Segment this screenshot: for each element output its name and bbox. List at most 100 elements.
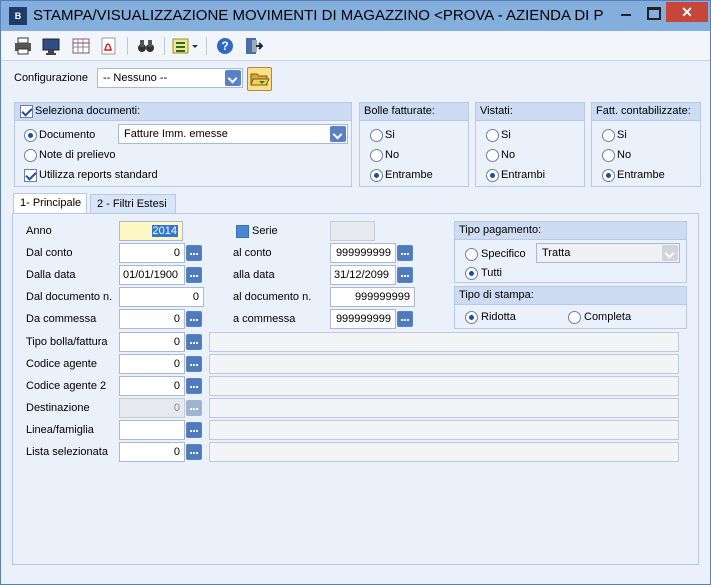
documento-select[interactable]: Fatture Imm. emesse (118, 124, 348, 144)
seleziona-documenti-checkbox[interactable] (20, 105, 33, 118)
open-folder-button[interactable] (247, 67, 272, 91)
a-commessa-input[interactable]: 999999999 (330, 309, 396, 329)
linea-lookup-button[interactable] (186, 422, 202, 438)
chevron-down-icon (225, 70, 241, 86)
tipo-bolla-input[interactable]: 0 (119, 332, 185, 352)
bolle-si-radio[interactable] (370, 129, 383, 142)
bolle-no-radio[interactable] (370, 149, 383, 162)
vistati-si-radio[interactable] (486, 129, 499, 142)
tutti-label: Tutti (481, 267, 502, 279)
completa-radio[interactable] (568, 311, 581, 324)
alla-data-calendar-button[interactable] (397, 267, 413, 283)
reports-standard-checkbox[interactable] (24, 169, 37, 182)
tutti-radio[interactable] (465, 267, 478, 280)
minimize-button[interactable] (613, 2, 639, 22)
fatt-entrambe-radio[interactable] (602, 169, 615, 182)
pdf-icon[interactable] (99, 36, 119, 56)
toolbar-separator (127, 37, 128, 55)
al-conto-input[interactable]: 999999999 (330, 243, 396, 263)
agente-label: Codice agente (26, 358, 97, 370)
chevron-down-icon (330, 126, 346, 142)
alla-data-input[interactable]: 31/12/2099 (330, 265, 396, 285)
bolle-entrambe-radio[interactable] (370, 169, 383, 182)
toolbar-separator (206, 37, 207, 55)
specifico-radio[interactable] (465, 248, 478, 261)
window: B STAMPA/VISUALIZZAZIONE MOVIMENTI DI MA… (0, 0, 711, 585)
tab-principale[interactable]: 1- Principale (13, 193, 87, 214)
lista-input[interactable]: 0 (119, 442, 185, 462)
destinazione-lookup-button (186, 400, 202, 416)
tipo-bolla-label: Tipo bolla/fattura (26, 336, 108, 348)
agente-input[interactable]: 0 (119, 354, 185, 374)
monitor-icon[interactable] (41, 36, 61, 56)
stampa-group-header: Tipo di stampa: (455, 287, 686, 305)
vistati-title: Vistati: (480, 105, 513, 117)
pagamento-select: Tratta (536, 243, 680, 263)
vistati-no-radio[interactable] (486, 149, 499, 162)
destinazione-label: Destinazione (26, 402, 90, 414)
list-options-icon[interactable] (171, 36, 199, 56)
stampa-title: Tipo di stampa: (459, 289, 534, 301)
da-commessa-input[interactable]: 0 (119, 309, 185, 329)
ridotta-label: Ridotta (481, 311, 516, 323)
maximize-button[interactable] (639, 2, 665, 22)
tab-filtri-estesi[interactable]: 2 - Filtri Estesi (90, 194, 176, 214)
vistati-no-label: No (501, 149, 516, 161)
serie-checkbox[interactable] (236, 225, 249, 238)
exit-icon[interactable] (243, 36, 264, 56)
stampa-group: Tipo di stampa: Ridotta Completa (454, 286, 687, 329)
lista-lookup-button[interactable] (186, 444, 202, 460)
window-title: STAMPA/VISUALIZZAZIONE MOVIMENTI DI MAGA… (33, 7, 603, 24)
bolle-no-label: No (385, 149, 400, 161)
da-commessa-lookup-button[interactable] (186, 311, 202, 327)
app-icon: B (9, 7, 27, 25)
chevron-down-icon (662, 245, 678, 261)
dal-conto-input[interactable]: 0 (119, 243, 185, 263)
documents-group-title: Seleziona documenti: (35, 105, 141, 117)
note-prelievo-radio[interactable] (24, 149, 37, 162)
grid-icon[interactable] (71, 36, 91, 56)
al-documento-input[interactable]: 999999999 (330, 287, 415, 307)
dal-conto-lookup-button[interactable] (186, 245, 202, 261)
fatt-si-label: Si (617, 129, 627, 141)
dal-documento-input[interactable]: 0 (119, 287, 204, 307)
dalla-data-calendar-button[interactable] (186, 267, 202, 283)
pagamento-title: Tipo pagamento: (459, 224, 542, 236)
agente2-input[interactable]: 0 (119, 376, 185, 396)
fatt-group: Fatt. contabilizzate: Si No Entrambe (591, 102, 701, 187)
agente-description (209, 354, 679, 374)
note-prelievo-label: Note di prelievo (39, 149, 116, 161)
help-icon[interactable]: ? (215, 36, 235, 56)
dalla-data-input[interactable]: 01/01/1900 (119, 265, 185, 285)
anno-input[interactable]: 2014 (119, 221, 183, 241)
vistati-group-header: Vistati: (476, 103, 584, 121)
fatt-no-label: No (617, 149, 632, 161)
config-select[interactable]: -- Nessuno -- (97, 68, 243, 88)
close-button[interactable]: ✕ (666, 2, 708, 22)
serie-label: Serie (252, 225, 278, 237)
svg-text:?: ? (221, 39, 228, 53)
print-icon[interactable] (13, 36, 33, 56)
agente-lookup-button[interactable] (186, 356, 202, 372)
vistati-si-label: Si (501, 129, 511, 141)
bolle-group-header: Bolle fatturate: (360, 103, 468, 121)
binoculars-icon[interactable] (136, 36, 156, 56)
bolle-si-label: Si (385, 129, 395, 141)
toolbar: ? (1, 31, 710, 61)
agente2-lookup-button[interactable] (186, 378, 202, 394)
dalla-data-label: Dalla data (26, 269, 76, 281)
linea-input[interactable] (119, 420, 185, 440)
tab-principale-label: 1- Principale (20, 197, 82, 209)
fatt-si-radio[interactable] (602, 129, 615, 142)
fatt-no-radio[interactable] (602, 149, 615, 162)
tipo-bolla-lookup-button[interactable] (186, 334, 202, 350)
a-commessa-lookup-button[interactable] (397, 311, 413, 327)
al-conto-lookup-button[interactable] (397, 245, 413, 261)
dal-documento-label: Dal documento n. (26, 291, 113, 303)
documento-radio[interactable] (24, 129, 37, 142)
agente2-label: Codice agente 2 (26, 380, 107, 392)
anno-label: Anno (26, 225, 52, 237)
folder-icon (250, 73, 270, 86)
vistati-entrambi-radio[interactable] (486, 169, 499, 182)
ridotta-radio[interactable] (465, 311, 478, 324)
